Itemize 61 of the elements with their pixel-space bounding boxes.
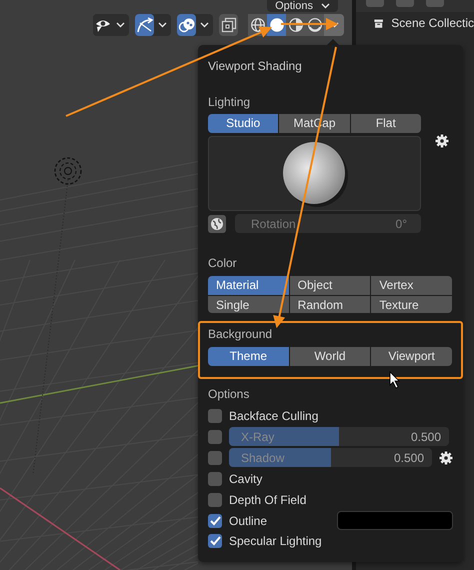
check-icon xyxy=(210,536,220,546)
option-label: Cavity xyxy=(229,472,262,486)
color-option[interactable]: Random xyxy=(290,296,370,314)
option-label: Outline xyxy=(229,514,268,528)
settings-icon[interactable] xyxy=(439,450,453,465)
rotation-field[interactable]: Rotation 0° xyxy=(235,214,421,233)
slider-field[interactable]: X-Ray 0.500 xyxy=(229,427,449,446)
world-space-toggle[interactable] xyxy=(208,214,226,232)
wireframe-sphere-icon[interactable] xyxy=(250,17,266,33)
studio-light-preview[interactable] xyxy=(208,136,421,211)
caret-icon[interactable] xyxy=(321,3,330,9)
popover-title: Viewport Shading xyxy=(208,59,303,73)
color-swatch[interactable] xyxy=(337,511,453,530)
checkbox[interactable] xyxy=(208,492,222,507)
arrow-arc-icon[interactable] xyxy=(136,17,154,33)
section-label: Color xyxy=(208,256,238,270)
option-label: Specular Lighting xyxy=(229,534,322,548)
toolbar-toggle[interactable] xyxy=(135,14,154,36)
color-option[interactable]: Single xyxy=(208,296,289,314)
checkbox[interactable] xyxy=(208,408,222,423)
checkbox[interactable] xyxy=(208,514,222,528)
mouse-cursor-icon xyxy=(390,371,400,389)
checkbox[interactable] xyxy=(208,534,222,548)
section-label: Background xyxy=(208,327,274,342)
caret-icon[interactable] xyxy=(200,22,209,28)
outliner-item[interactable]: Scene Collectic xyxy=(391,16,474,30)
background-tab[interactable]: Viewport xyxy=(371,347,452,366)
material-sphere-icon[interactable] xyxy=(288,17,304,33)
solid-sphere-icon[interactable] xyxy=(268,17,284,33)
section-label: Options xyxy=(208,387,250,402)
check-icon xyxy=(210,516,220,526)
overlapping-squares-icon[interactable] xyxy=(220,17,236,33)
toolbar-toggle[interactable] xyxy=(219,14,238,36)
sphere-drawing xyxy=(282,140,348,208)
shading-mode-toggle[interactable] xyxy=(267,14,286,36)
caret-icon[interactable] xyxy=(116,22,125,28)
checkbox[interactable] xyxy=(208,472,222,486)
option-label: Depth Of Field xyxy=(229,492,306,507)
annotation-arrow xyxy=(281,18,338,30)
color-option[interactable]: Material xyxy=(208,276,289,295)
toolbar-toggle[interactable] xyxy=(93,14,112,36)
settings-icon[interactable] xyxy=(435,134,449,148)
options-menu[interactable]: Options xyxy=(267,0,338,12)
option-label: Backface Culling xyxy=(229,408,318,423)
background-tab[interactable]: World xyxy=(290,347,370,366)
toolbar-toggle[interactable] xyxy=(177,14,196,36)
lighting-tab[interactable]: Studio xyxy=(208,114,278,133)
color-option[interactable]: Object xyxy=(290,276,370,295)
checkbox[interactable] xyxy=(208,450,222,465)
checkbox[interactable] xyxy=(208,430,222,444)
background-tab[interactable]: Theme xyxy=(208,347,289,366)
rendered-sphere-icon[interactable] xyxy=(306,17,322,33)
color-option[interactable]: Texture xyxy=(371,296,452,314)
overlapping-circles-icon[interactable] xyxy=(178,17,196,33)
globe-icon xyxy=(210,216,224,230)
caret-icon[interactable] xyxy=(158,22,167,28)
color-option[interactable]: Vertex xyxy=(371,276,452,295)
lighting-tab[interactable]: Flat xyxy=(350,114,421,133)
slider-field[interactable]: Shadow 0.500 xyxy=(229,448,432,468)
section-label: Lighting xyxy=(208,95,252,109)
collection-box-icon xyxy=(374,16,384,30)
